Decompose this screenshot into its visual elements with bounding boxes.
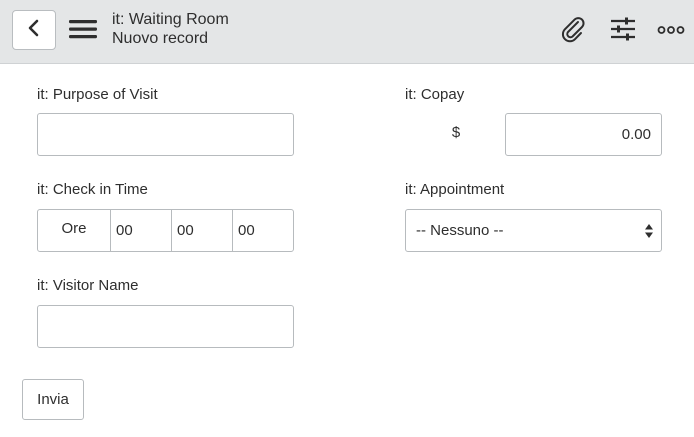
copay-input[interactable] bbox=[505, 113, 662, 156]
back-button[interactable] bbox=[12, 10, 56, 50]
visitor-name-input[interactable] bbox=[37, 305, 294, 348]
app-header: it: Waiting Room Nuovo record bbox=[0, 0, 694, 64]
minutes-input[interactable] bbox=[172, 210, 233, 251]
copay-label: it: Copay bbox=[405, 86, 465, 103]
appointment-selected-value: -- Nessuno -- bbox=[416, 222, 504, 239]
purpose-of-visit-label: it: Purpose of Visit bbox=[37, 86, 158, 103]
select-arrows-icon bbox=[644, 223, 654, 239]
page-subtitle: Nuovo record bbox=[112, 30, 209, 47]
page-title: it: Waiting Room bbox=[112, 11, 229, 28]
header-title-block: it: Waiting Room Nuovo record bbox=[112, 10, 229, 48]
back-icon bbox=[27, 18, 41, 43]
appointment-label: it: Appointment bbox=[405, 181, 505, 198]
more-options-icon bbox=[657, 22, 685, 40]
form-settings-button[interactable] bbox=[606, 14, 640, 48]
currency-symbol: $ bbox=[451, 124, 461, 141]
hamburger-menu-icon bbox=[68, 20, 98, 46]
visitor-name-label: it: Visitor Name bbox=[37, 277, 139, 294]
submit-button[interactable]: Invia bbox=[22, 379, 84, 420]
seconds-input[interactable] bbox=[233, 210, 293, 251]
check-in-time-field: Ore bbox=[37, 209, 294, 252]
appointment-select[interactable]: -- Nessuno -- bbox=[405, 209, 662, 252]
paperclip-icon bbox=[558, 14, 588, 49]
hours-input[interactable] bbox=[111, 210, 172, 251]
sliders-icon bbox=[609, 16, 637, 47]
attachment-button[interactable] bbox=[556, 14, 590, 48]
check-in-time-label: it: Check in Time bbox=[37, 181, 148, 198]
more-options-button[interactable] bbox=[654, 14, 688, 48]
purpose-of-visit-input[interactable] bbox=[37, 113, 294, 156]
menu-button[interactable] bbox=[68, 16, 100, 44]
time-prefix-label: Ore bbox=[38, 210, 111, 251]
